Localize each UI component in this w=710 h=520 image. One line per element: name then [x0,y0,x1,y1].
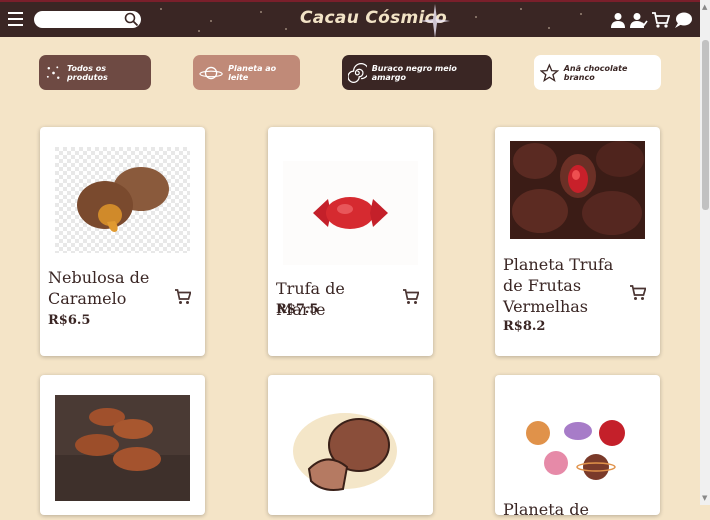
product-image-chocolate-truffle-drawing [283,395,418,501]
category-white-dwarf-button[interactable]: Anã chocolate branco [534,55,661,90]
star-outline-icon [540,62,559,82]
add-to-cart-icon[interactable] [630,285,646,301]
user-check-icon[interactable] [630,12,648,28]
category-black-hole-button[interactable]: Buraco negro meio amargo [342,55,492,90]
product-price: R$6.5 [48,313,91,328]
product-card[interactable]: Nebulosa de Caramelo R$6.5 [40,127,205,356]
user-icon[interactable] [610,12,626,28]
product-image-planet-bonbons [510,411,645,491]
search-icon[interactable] [124,12,139,27]
product-image-red-wrapped-candy [283,161,418,265]
chat-icon[interactable] [674,12,692,28]
category-milk-planet-button[interactable]: Planeta ao leite [193,55,300,90]
product-card[interactable]: Trufa de Marte R$7.5 [268,127,433,356]
vertical-scrollbar[interactable]: ▲ ▼ [700,0,710,505]
product-price: R$7.5 [276,302,319,317]
category-label: Todos os produtos [67,63,108,82]
add-to-cart-icon[interactable] [175,289,191,305]
search-input[interactable] [34,11,141,28]
product-card[interactable] [268,375,433,515]
category-label: Anã chocolate branco [563,63,628,82]
product-name[interactable]: Planeta Trufa de Frutas Vermelhas [503,254,623,317]
add-to-cart-icon[interactable] [403,289,419,305]
category-all-products-button[interactable]: Todos os produtos [39,55,151,90]
product-image-caramel-truffle [55,147,190,253]
product-card[interactable] [40,375,205,515]
scroll-down-icon[interactable]: ▼ [702,494,707,502]
menu-icon[interactable] [8,12,23,26]
product-name[interactable]: Nebulosa de Caramelo [48,267,168,309]
sparkle-icon [420,4,450,37]
product-name[interactable]: Planeta de [503,499,623,520]
category-label: Buraco negro meio amargo [371,63,457,82]
planet-icon [199,66,223,79]
galaxy-icon [348,62,367,83]
category-label: Planeta ao leite [228,63,277,82]
scrollbar-thumb[interactable] [702,40,709,210]
product-image-cocoa-dusted-almonds [55,395,190,501]
product-image-red-fruit-bonbons [510,141,645,239]
scroll-up-icon[interactable]: ▲ [702,3,707,11]
stars-icon [46,65,60,79]
top-navigation-bar: Cacau Cósmico [0,0,700,37]
product-card[interactable]: Planeta de [495,375,660,519]
cart-icon[interactable] [652,12,670,28]
product-price: R$8.2 [503,319,546,334]
product-card[interactable]: Planeta Trufa de Frutas Vermelhas R$8.2 [495,127,660,356]
